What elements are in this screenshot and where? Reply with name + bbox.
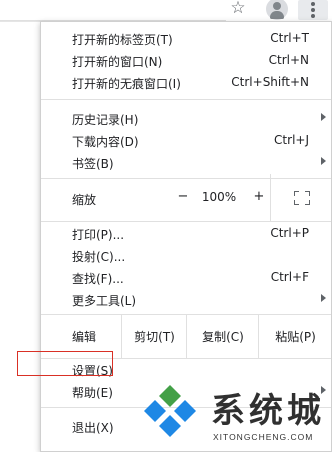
xitongcheng-logo-icon — [144, 385, 196, 437]
menu-item-cast[interactable]: 投射(C)... — [41, 245, 331, 267]
menu-item-new-incognito-window[interactable]: 打开新的无痕窗口(I) Ctrl+Shift+N — [41, 72, 331, 94]
fullscreen-icon[interactable] — [294, 191, 310, 205]
menu-item-shortcut: Ctrl+N — [268, 53, 309, 67]
menu-item-label: 书签(B) — [72, 157, 114, 171]
menu-item-history[interactable]: 历史记录(H) — [41, 108, 331, 130]
watermark-title: 系统城 — [211, 391, 325, 431]
menu-item-label: 打开新的标签页(T) — [72, 33, 173, 47]
paste-button[interactable]: 粘贴(P) — [258, 315, 332, 358]
menu-item-new-tab[interactable]: 打开新的标签页(T) Ctrl+T — [41, 28, 331, 50]
cut-button[interactable]: 剪切(T) — [121, 315, 187, 358]
settings-highlight-box — [17, 351, 113, 376]
edit-label: 编辑 — [72, 330, 97, 344]
menu-item-bookmarks[interactable]: 书签(B) — [41, 152, 331, 174]
zoom-label: 缩放 — [72, 193, 97, 207]
address-bar[interactable] — [0, 0, 226, 21]
copy-label: 复制(C) — [202, 330, 244, 344]
menu-separator — [41, 221, 331, 222]
menu-item-print[interactable]: 打印(P)... Ctrl+P — [41, 223, 331, 245]
chevron-right-icon — [321, 157, 326, 165]
menu-item-shortcut: Ctrl+F — [270, 270, 309, 284]
menu-item-label: 下载内容(D) — [72, 135, 139, 149]
menu-item-new-window[interactable]: 打开新的窗口(N) Ctrl+N — [41, 50, 331, 72]
menu-item-label: 打印(P)... — [72, 228, 125, 242]
zoom-level: 100% — [201, 190, 237, 204]
cut-label: 剪切(T) — [134, 330, 175, 344]
paste-label: 粘贴(P) — [275, 330, 316, 344]
star-icon[interactable]: ☆ — [229, 0, 247, 18]
menu-item-label: 帮助(E) — [72, 386, 113, 400]
menu-item-label: 投射(C)... — [72, 250, 126, 264]
menu-item-label: 查找(F)... — [72, 272, 124, 286]
menu-item-label: 打开新的无痕窗口(I) — [72, 77, 181, 91]
watermark-subtitle: XITONGCHENG.COM — [213, 432, 314, 442]
menu-item-more-tools[interactable]: 更多工具(L) — [41, 289, 331, 311]
zoom-row: 缩放 − 100% + — [41, 174, 331, 222]
menu-item-downloads[interactable]: 下载内容(D) Ctrl+J — [41, 130, 331, 152]
menu-item-shortcut: Ctrl+T — [270, 31, 309, 45]
copy-button[interactable]: 复制(C) — [186, 315, 259, 358]
menu-item-label: 打开新的窗口(N) — [72, 55, 163, 69]
menu-item-label: 退出(X) — [72, 421, 114, 435]
zoom-out-button[interactable]: − — [175, 189, 191, 207]
browser-toolbar: ☆ — [0, 0, 332, 22]
kebab-menu-icon[interactable] — [298, 0, 328, 20]
menu-item-shortcut: Ctrl+Shift+N — [231, 75, 309, 89]
menu-separator — [41, 99, 331, 100]
zoom-controls: − 100% + — [165, 181, 270, 215]
zoom-in-button[interactable]: + — [251, 189, 267, 207]
page-divider — [0, 21, 40, 22]
menu-item-label: 历史记录(H) — [72, 113, 139, 127]
avatar-icon[interactable] — [266, 0, 288, 20]
menu-item-shortcut: Ctrl+P — [270, 226, 309, 240]
menu-item-shortcut: Ctrl+J — [274, 133, 309, 147]
chevron-right-icon — [321, 113, 326, 121]
chevron-right-icon — [321, 294, 326, 302]
watermark: 系统城 XITONGCHENG.COM — [141, 377, 332, 450]
menu-item-label: 更多工具(L) — [72, 294, 137, 308]
zoom-divider — [270, 174, 271, 222]
menu-item-find[interactable]: 查找(F)... Ctrl+F — [41, 267, 331, 289]
